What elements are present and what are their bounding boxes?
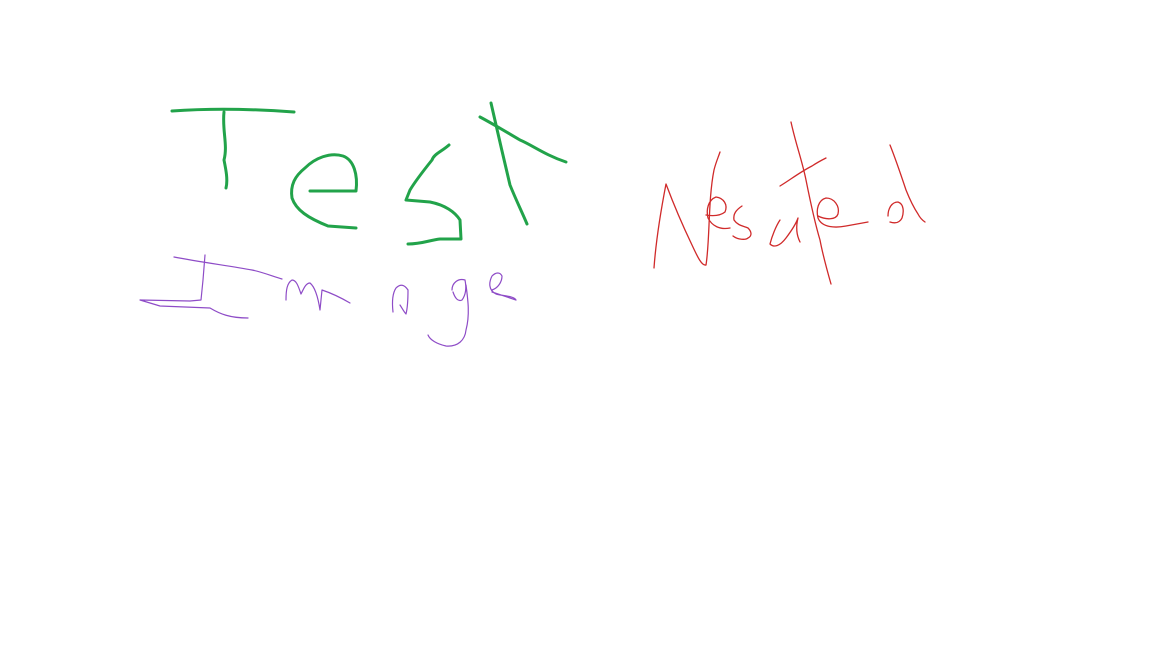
handwriting-layer — [139, 101, 926, 347]
drawing-canvas[interactable]: Test Image Nested — [0, 0, 1152, 648]
handwritten-word-test — [170, 101, 568, 246]
handwritten-word-nested — [653, 121, 926, 285]
handwritten-word-image — [139, 254, 517, 347]
